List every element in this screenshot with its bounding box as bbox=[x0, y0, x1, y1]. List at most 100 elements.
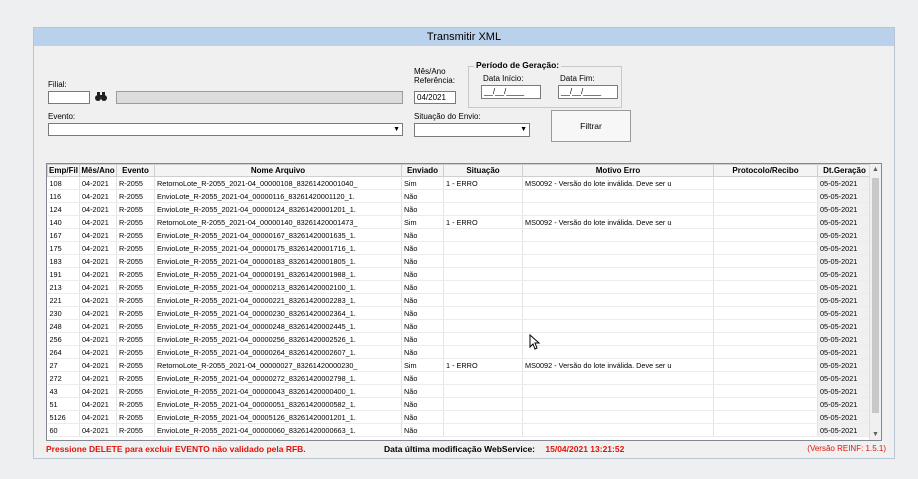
table-row[interactable]: 108 04-2021 R-2055 RetornoLote_R-2055_2021-… bbox=[47, 176, 872, 190]
table-row[interactable]: 264 04-2021 R-2055 EnvioLote_R-2055_2021-04… bbox=[47, 345, 872, 359]
table-row[interactable]: 51 04-2021 R-2055 EnvioLote_R-2055_2021-04_… bbox=[47, 397, 872, 411]
binoculars-icon[interactable] bbox=[94, 90, 108, 103]
table-row[interactable]: 167 04-2021 R-2055 EnvioLote_R-2055_2021-04… bbox=[47, 228, 872, 242]
table-row[interactable]: 272 04-2021 R-2055 EnvioLote_R-2055_2021-04… bbox=[47, 371, 872, 385]
ws-info: Data última modificação WebService: 15/0… bbox=[384, 444, 624, 454]
column-header[interactable]: Emp/Fil bbox=[47, 164, 80, 177]
filial-name-display bbox=[116, 91, 403, 104]
filter-button[interactable]: Filtrar bbox=[551, 110, 631, 142]
table-cell bbox=[522, 267, 714, 281]
table-cell bbox=[443, 332, 523, 346]
table-row[interactable]: 256 04-2021 R-2055 EnvioLote_R-2055_2021-04… bbox=[47, 332, 872, 346]
table-cell bbox=[713, 410, 818, 424]
data-inicio-input[interactable]: __/__/____ bbox=[481, 85, 541, 99]
table-cell bbox=[443, 306, 523, 320]
table-cell: EnvioLote_R-2055_2021-04_00000191_832614… bbox=[154, 267, 402, 281]
table-cell bbox=[713, 293, 818, 307]
table-cell: 04-2021 bbox=[79, 332, 117, 346]
table-cell bbox=[713, 345, 818, 359]
table-cell bbox=[522, 228, 714, 242]
scrollbar-thumb[interactable] bbox=[872, 178, 879, 413]
table-row[interactable]: 183 04-2021 R-2055 EnvioLote_R-2055_2021-04… bbox=[47, 254, 872, 268]
table-cell bbox=[522, 423, 714, 437]
table-cell bbox=[713, 176, 818, 190]
column-header[interactable]: Evento bbox=[116, 164, 155, 177]
column-header[interactable]: Protocolo/Recibo bbox=[713, 164, 818, 177]
table-cell: 04-2021 bbox=[79, 410, 117, 424]
table-cell: EnvioLote_R-2055_2021-04_00000043_832614… bbox=[154, 384, 402, 398]
table-cell: R-2055 bbox=[116, 306, 155, 320]
table-cell: Não bbox=[401, 241, 444, 255]
table-cell: R-2055 bbox=[116, 267, 155, 281]
table-cell: EnvioLote_R-2055_2021-04_00000230_832614… bbox=[154, 306, 402, 320]
table-cell: EnvioLote_R-2055_2021-04_00000213_832614… bbox=[154, 280, 402, 294]
column-header[interactable]: Dt.Geração bbox=[817, 164, 872, 177]
table-row[interactable]: 230 04-2021 R-2055 EnvioLote_R-2055_2021-04… bbox=[47, 306, 872, 320]
table-row[interactable]: 60 04-2021 R-2055 EnvioLote_R-2055_2021-04_… bbox=[47, 423, 872, 437]
delete-hint: Pressione DELETE para excluir EVENTO não… bbox=[46, 444, 306, 454]
column-header[interactable]: Situação bbox=[443, 164, 523, 177]
table-cell: 05-05-2021 bbox=[817, 371, 872, 385]
table-cell: 05-05-2021 bbox=[817, 189, 872, 203]
filial-input[interactable] bbox=[48, 91, 90, 104]
table-row[interactable]: 140 04-2021 R-2055 RetornoLote_R-2055_2021-… bbox=[47, 215, 872, 229]
table-cell: Não bbox=[401, 293, 444, 307]
table-cell: RetornoLote_R-2055_2021-04_00000108_8326… bbox=[154, 176, 402, 190]
evento-dropdown[interactable]: ▼ bbox=[48, 123, 403, 136]
table-cell: RetornoLote_R-2055_2021-04_00000027_8326… bbox=[154, 358, 402, 372]
column-header[interactable]: Enviado bbox=[401, 164, 444, 177]
situacao-envio-dropdown[interactable]: ▼ bbox=[414, 123, 530, 137]
table-row[interactable]: 116 04-2021 R-2055 EnvioLote_R-2055_2021-04… bbox=[47, 189, 872, 203]
mouse-cursor-icon bbox=[529, 334, 541, 350]
data-fim-input[interactable]: __/__/____ bbox=[558, 85, 618, 99]
mes-ano-input[interactable]: 04/2021 bbox=[414, 91, 456, 104]
table-cell bbox=[713, 319, 818, 333]
table-cell: 05-05-2021 bbox=[817, 293, 872, 307]
table-cell: 04-2021 bbox=[79, 228, 117, 242]
scroll-up-arrow-icon[interactable]: ▲ bbox=[870, 164, 881, 175]
table-cell bbox=[522, 241, 714, 255]
table-cell bbox=[713, 306, 818, 320]
situacao-envio-label: Situação do Envio: bbox=[414, 112, 481, 121]
table-cell: Sim bbox=[401, 215, 444, 229]
table-cell bbox=[522, 319, 714, 333]
table-row[interactable]: 213 04-2021 R-2055 EnvioLote_R-2055_2021-04… bbox=[47, 280, 872, 294]
table-cell bbox=[443, 345, 523, 359]
table-cell: 04-2021 bbox=[79, 371, 117, 385]
column-header[interactable]: Nome Arquivo bbox=[154, 164, 402, 177]
column-header[interactable]: Motivo Erro bbox=[522, 164, 714, 177]
vertical-scrollbar[interactable]: ▲ ▼ bbox=[869, 164, 881, 440]
table-cell: EnvioLote_R-2055_2021-04_00005126_832614… bbox=[154, 410, 402, 424]
table-cell: 05-05-2021 bbox=[817, 358, 872, 372]
table-cell bbox=[713, 384, 818, 398]
results-grid[interactable]: Emp/Fil Mês/Ano Evento Nome Arquivo Envi… bbox=[46, 163, 882, 441]
table-cell bbox=[522, 280, 714, 294]
table-cell: Sim bbox=[401, 358, 444, 372]
table-cell: 04-2021 bbox=[79, 319, 117, 333]
transmitir-xml-window: Transmitir XML Filial: Evento: ▼ Mês/Ano… bbox=[33, 27, 895, 459]
table-cell: Não bbox=[401, 332, 444, 346]
table-cell: 05-05-2021 bbox=[817, 345, 872, 359]
footer-bar: Pressione DELETE para excluir EVENTO não… bbox=[46, 444, 306, 454]
table-cell: 124 bbox=[47, 202, 80, 216]
table-cell: Não bbox=[401, 345, 444, 359]
table-cell bbox=[713, 423, 818, 437]
scroll-down-arrow-icon[interactable]: ▼ bbox=[870, 429, 881, 440]
table-cell: 04-2021 bbox=[79, 423, 117, 437]
table-cell: Não bbox=[401, 319, 444, 333]
table-row[interactable]: 248 04-2021 R-2055 EnvioLote_R-2055_2021-04… bbox=[47, 319, 872, 333]
table-cell bbox=[713, 215, 818, 229]
table-row[interactable]: 221 04-2021 R-2055 EnvioLote_R-2055_2021-04… bbox=[47, 293, 872, 307]
table-row[interactable]: 43 04-2021 R-2055 EnvioLote_R-2055_2021-04_… bbox=[47, 384, 872, 398]
table-cell bbox=[713, 280, 818, 294]
column-header[interactable]: Mês/Ano bbox=[79, 164, 117, 177]
table-cell: Não bbox=[401, 397, 444, 411]
periodo-title: Período de Geração: bbox=[474, 60, 562, 70]
table-row[interactable]: 27 04-2021 R-2055 RetornoLote_R-2055_2021-0… bbox=[47, 358, 872, 372]
table-row[interactable]: 5126 04-2021 R-2055 EnvioLote_R-2055_2021-0… bbox=[47, 410, 872, 424]
table-row[interactable]: 124 04-2021 R-2055 EnvioLote_R-2055_2021-04… bbox=[47, 202, 872, 216]
table-row[interactable]: 191 04-2021 R-2055 EnvioLote_R-2055_2021-04… bbox=[47, 267, 872, 281]
table-cell: R-2055 bbox=[116, 332, 155, 346]
table-row[interactable]: 175 04-2021 R-2055 EnvioLote_R-2055_2021-04… bbox=[47, 241, 872, 255]
table-cell: 05-05-2021 bbox=[817, 306, 872, 320]
